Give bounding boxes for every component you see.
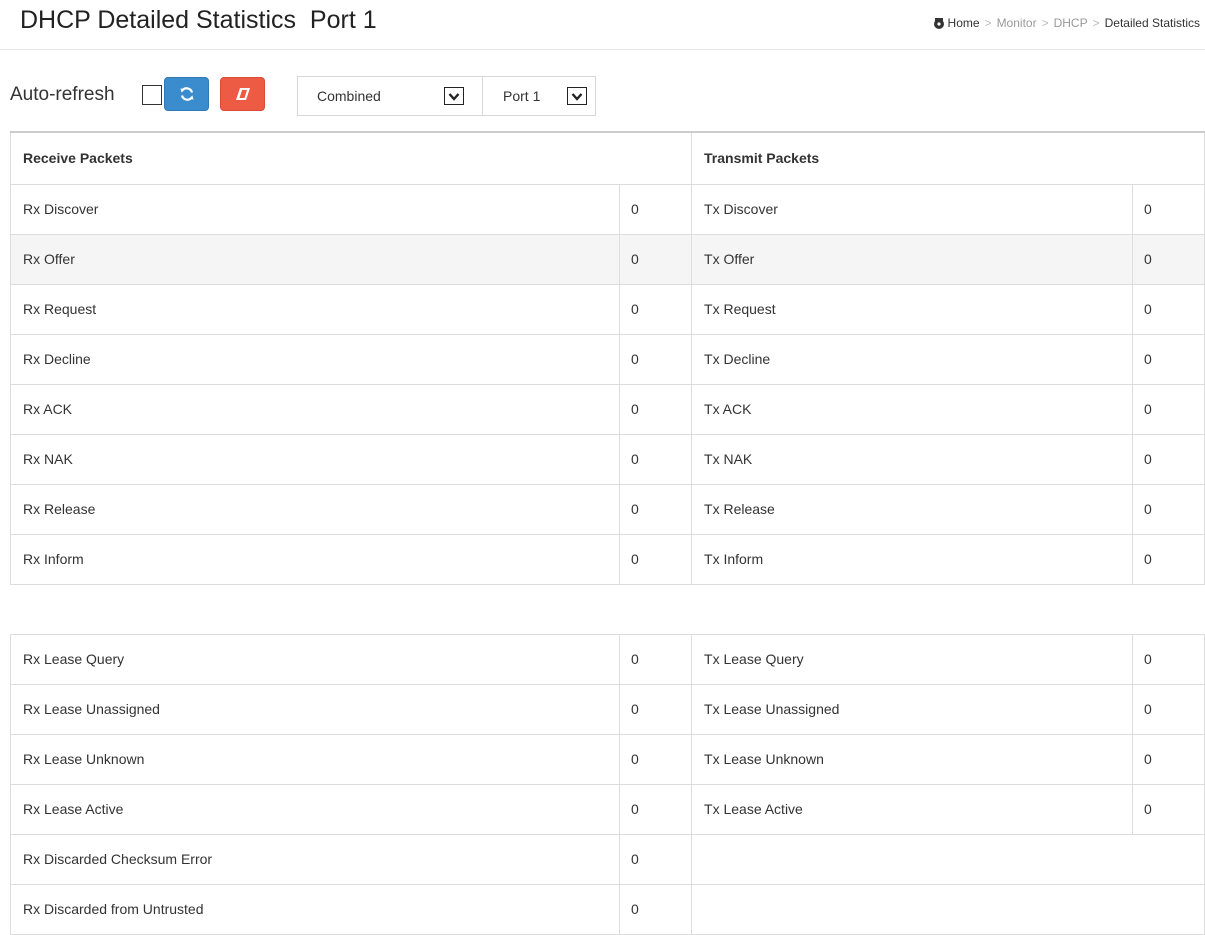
table-row: Rx ACK 0 Tx ACK 0: [10, 383, 1205, 435]
table-row: Rx NAK 0 Tx NAK 0: [10, 433, 1205, 485]
table-row: Rx Lease Query 0 Tx Lease Query 0: [10, 633, 1205, 685]
rx-value: 0: [618, 383, 693, 435]
empty-cell: [691, 833, 1205, 885]
table-row: Rx Request 0 Tx Request 0: [10, 283, 1205, 335]
rx-value: 0: [618, 433, 693, 485]
tx-value: 0: [1132, 283, 1205, 335]
chevron-down-icon: [444, 87, 464, 105]
rx-label: Rx Discarded from Untrusted: [10, 883, 620, 935]
table-row: Rx Decline 0 Tx Decline 0: [10, 333, 1205, 385]
breadcrumb-dhcp[interactable]: DHCP: [1054, 16, 1088, 30]
chevron-down-icon: [567, 87, 587, 105]
rx-label: Rx ACK: [10, 383, 620, 435]
mode-select-value: Combined: [317, 88, 381, 104]
table-row: Rx Discover 0 Tx Discover 0: [10, 183, 1205, 235]
tx-value: 0: [1132, 383, 1205, 435]
clear-button[interactable]: [220, 77, 265, 111]
table-row: Rx Release 0 Tx Release 0: [10, 483, 1205, 535]
port-select-value: Port 1: [503, 88, 541, 104]
rx-value: 0: [618, 483, 693, 535]
rx-label: Rx Inform: [10, 533, 620, 585]
rx-label: Rx Decline: [10, 333, 620, 385]
tx-label: Tx Release: [691, 483, 1134, 535]
tx-value: 0: [1132, 183, 1205, 235]
table-row: Rx Lease Active 0 Tx Lease Active 0: [10, 783, 1205, 835]
tx-label: Tx NAK: [691, 433, 1134, 485]
tx-value: 0: [1132, 683, 1205, 735]
tx-value: 0: [1132, 783, 1205, 835]
tx-value: 0: [1132, 483, 1205, 535]
rx-value: 0: [618, 283, 693, 335]
rx-label: Rx Lease Unassigned: [10, 683, 620, 735]
transmit-packets-header: Transmit Packets: [691, 131, 1205, 185]
tx-label: Tx Offer: [691, 233, 1134, 285]
rx-value: 0: [618, 883, 693, 935]
tx-label: Tx Decline: [691, 333, 1134, 385]
breadcrumb: Home > Monitor > DHCP > Detailed Statist…: [932, 16, 1200, 30]
breadcrumb-detailed-statistics: Detailed Statistics: [1104, 16, 1200, 30]
tx-label: Tx Inform: [691, 533, 1134, 585]
rx-value: 0: [618, 633, 693, 685]
tx-value: 0: [1132, 533, 1205, 585]
tx-label: Tx Lease Query: [691, 633, 1134, 685]
mode-select[interactable]: Combined: [297, 76, 484, 116]
tx-label: Tx Request: [691, 283, 1134, 335]
dhcp-statistics-table: Receive Packets Transmit Packets Rx Disc…: [9, 131, 1205, 935]
group-separator: [10, 583, 1205, 635]
table-row: Rx Lease Unknown 0 Tx Lease Unknown 0: [10, 733, 1205, 785]
tx-label: Tx Lease Unassigned: [691, 683, 1134, 735]
rx-label: Rx Lease Unknown: [10, 733, 620, 785]
toolbar: Auto-refresh Combined Port 1: [8, 72, 1198, 118]
tx-value: 0: [1132, 333, 1205, 385]
tx-value: 0: [1132, 433, 1205, 485]
rx-label: Rx Offer: [10, 233, 620, 285]
refresh-button[interactable]: [164, 77, 209, 111]
rx-label: Rx Request: [10, 283, 620, 335]
breadcrumb-separator: >: [1041, 16, 1049, 30]
tx-label: Tx Lease Unknown: [691, 733, 1134, 785]
empty-cell: [691, 883, 1205, 935]
rx-label: Rx Lease Active: [10, 783, 620, 835]
tx-label: Tx Discover: [691, 183, 1134, 235]
table-row: Rx Discarded Checksum Error 0: [10, 833, 1205, 885]
tx-label: Tx Lease Active: [691, 783, 1134, 835]
rx-value: 0: [618, 783, 693, 835]
table-row: Rx Inform 0 Tx Inform 0: [10, 533, 1205, 585]
rx-label: Rx NAK: [10, 433, 620, 485]
rx-label: Rx Discarded Checksum Error: [10, 833, 620, 885]
port-select[interactable]: Port 1: [482, 76, 596, 116]
auto-refresh-label: Auto-refresh: [10, 84, 115, 105]
rx-value: 0: [618, 833, 693, 885]
rx-value: 0: [618, 683, 693, 735]
page-title: DHCP Detailed Statistics Port 1: [20, 6, 377, 34]
refresh-icon: [180, 87, 193, 101]
rx-label: Rx Release: [10, 483, 620, 535]
eraser-icon: [235, 88, 250, 100]
rx-value: 0: [618, 733, 693, 785]
tx-value: 0: [1132, 633, 1205, 685]
table-row: Rx Discarded from Untrusted 0: [10, 883, 1205, 935]
rx-value: 0: [618, 233, 693, 285]
page-header: DHCP Detailed Statistics Port 1 Home > M…: [0, 0, 1205, 50]
tx-label: Tx ACK: [691, 383, 1134, 435]
rx-value: 0: [618, 333, 693, 385]
breadcrumb-home[interactable]: Home: [948, 16, 980, 30]
tx-value: 0: [1132, 233, 1205, 285]
rx-label: Rx Lease Query: [10, 633, 620, 685]
auto-refresh-checkbox[interactable]: [142, 85, 162, 105]
table-row: Rx Offer 0 Tx Offer 0: [10, 233, 1205, 285]
table-header-row: Receive Packets Transmit Packets: [9, 131, 1205, 185]
tx-value: 0: [1132, 733, 1205, 785]
rx-value: 0: [618, 183, 693, 235]
home-icon: [933, 18, 944, 29]
breadcrumb-monitor[interactable]: Monitor: [997, 16, 1037, 30]
breadcrumb-separator: >: [1092, 16, 1100, 30]
table-row: Rx Lease Unassigned 0 Tx Lease Unassigne…: [10, 683, 1205, 735]
rx-label: Rx Discover: [10, 183, 620, 235]
rx-value: 0: [618, 533, 693, 585]
breadcrumb-separator: >: [984, 16, 992, 30]
receive-packets-header: Receive Packets: [9, 131, 693, 185]
